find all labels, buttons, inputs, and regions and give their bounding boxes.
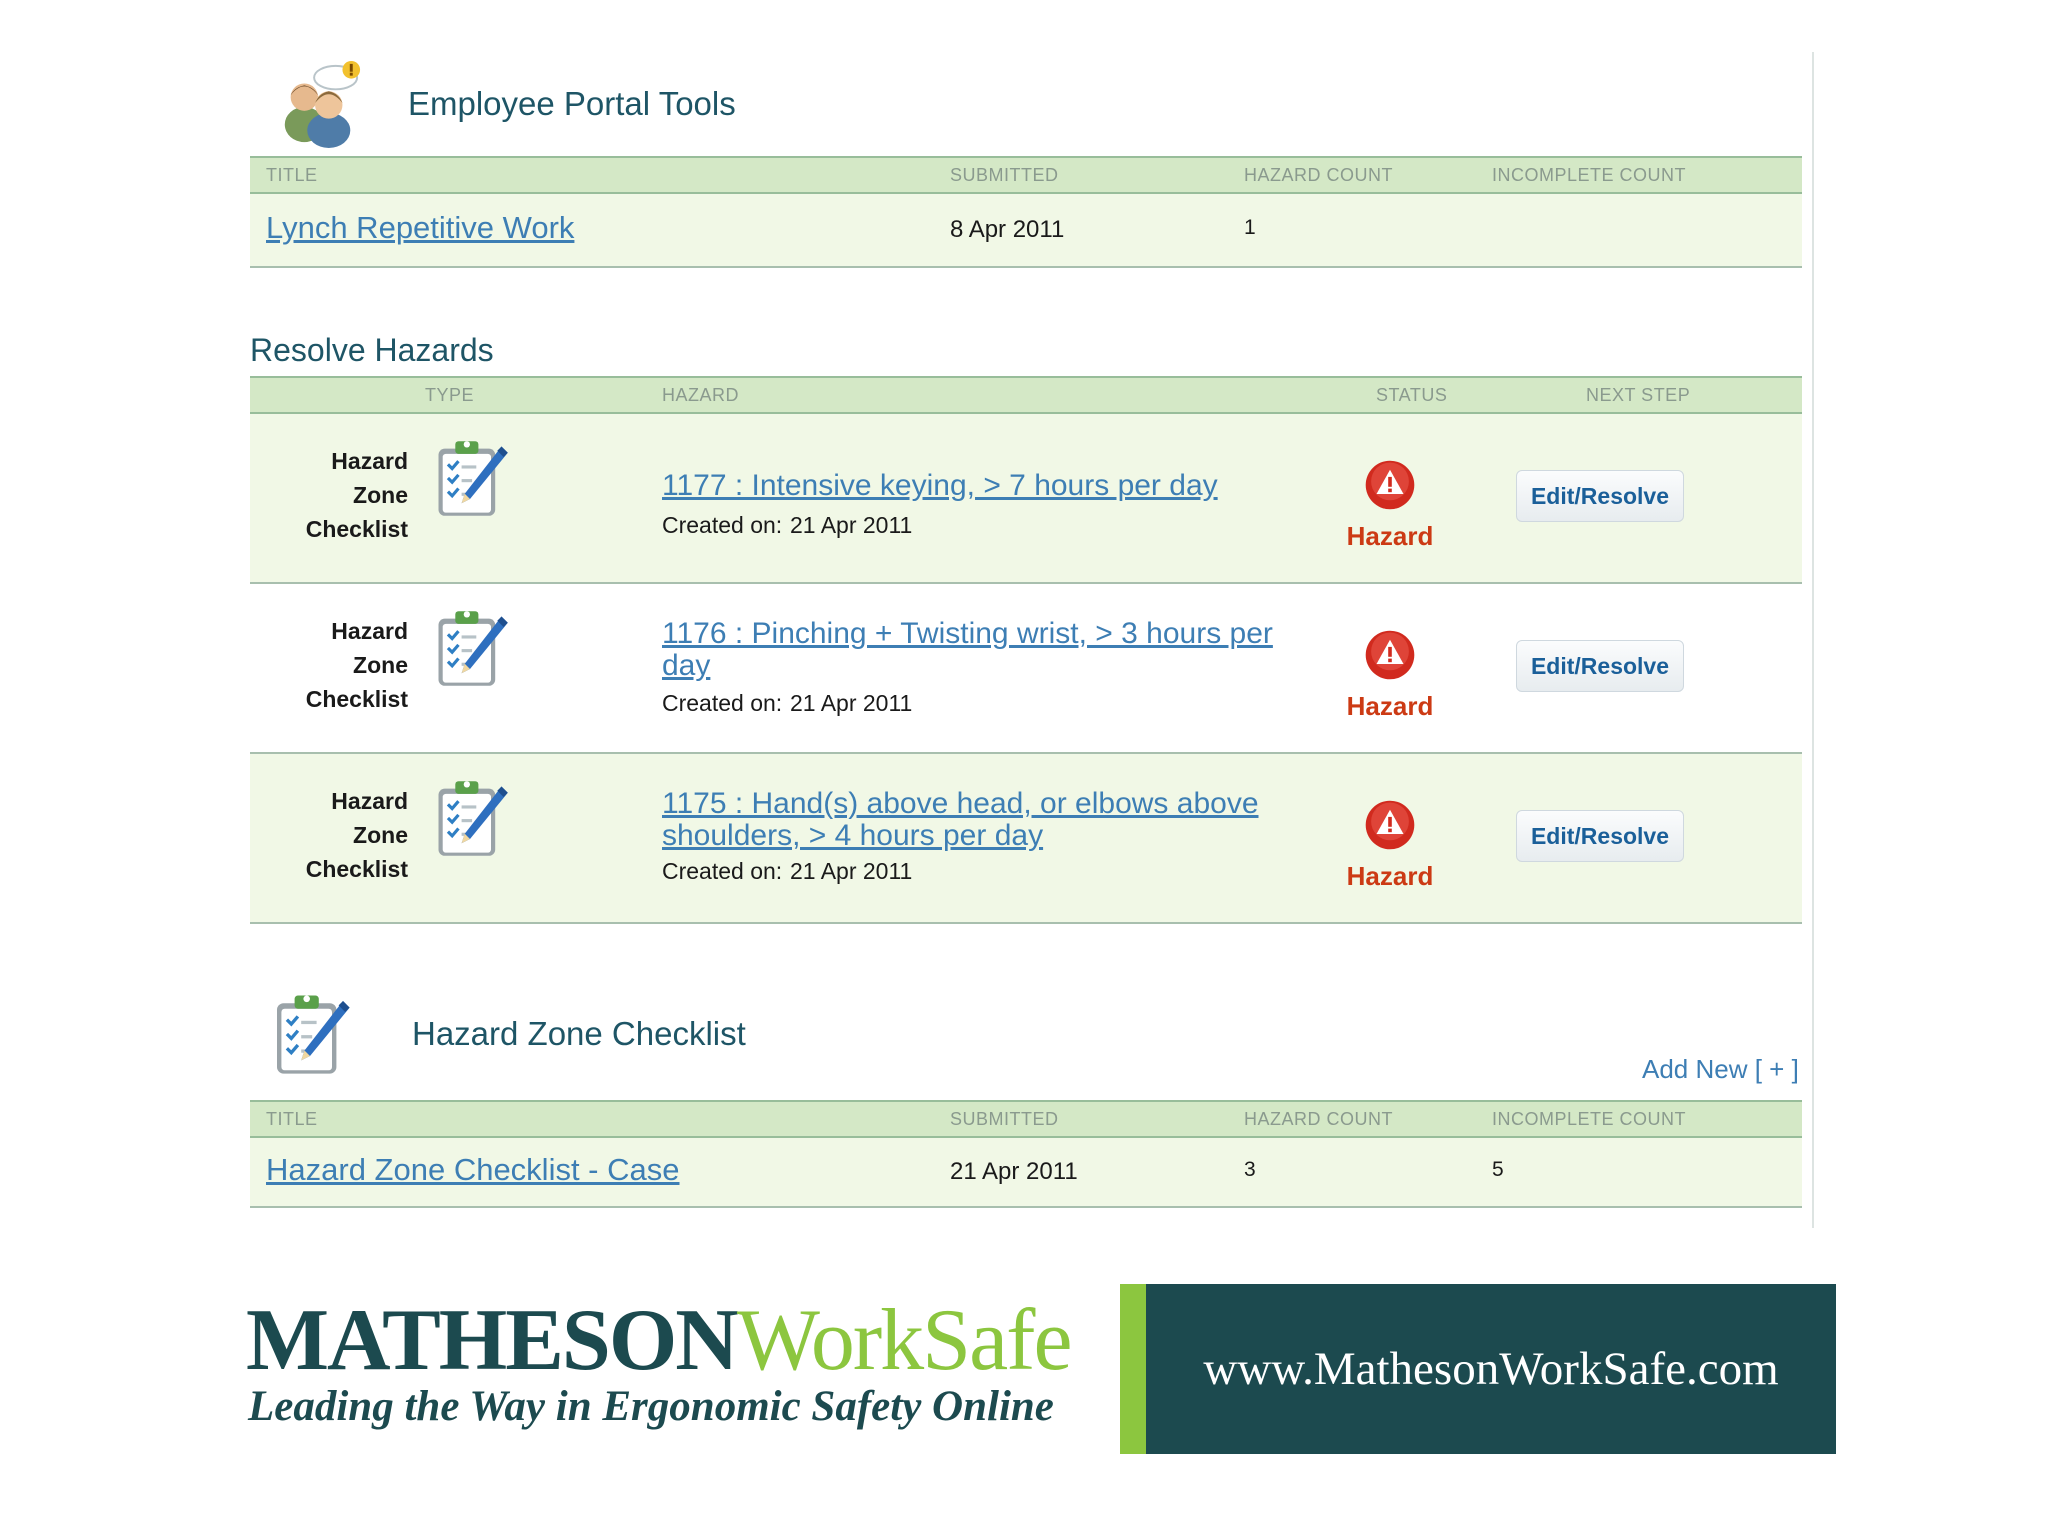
- col-hazard-count: HAZARD COUNT: [1244, 165, 1393, 185]
- checklist-row-submitted: 21 Apr 2011: [950, 1158, 1078, 1185]
- status-label: Hazard: [1346, 691, 1434, 721]
- col-incomplete-count: INCOMPLETE COUNT: [1492, 165, 1687, 185]
- status-badge: Hazard: [1340, 798, 1440, 892]
- type-label: Hazard Zone Checklist: [305, 618, 408, 712]
- add-new-link[interactable]: Add New [ + ]: [1642, 1054, 1799, 1085]
- created-date: 21 Apr 2011: [790, 858, 913, 884]
- created-label: Created on:: [662, 858, 783, 884]
- created-label: Created on:: [662, 690, 783, 716]
- checklist-header: Hazard Zone Checklist: [266, 990, 746, 1078]
- portal-table-header: TITLE SUBMITTED HAZARD COUNT INCOMPLETE …: [250, 156, 1802, 194]
- checklist-icon: [266, 990, 354, 1078]
- hazard-alert-icon: [1363, 798, 1417, 852]
- type-label: Hazard Zone Checklist: [305, 788, 408, 882]
- checklist-row-title-link[interactable]: Hazard Zone Checklist - Case: [266, 1152, 680, 1188]
- checklist-icon: [428, 776, 512, 860]
- checklist-icon: [428, 606, 512, 690]
- col-status: STATUS: [1376, 385, 1448, 405]
- type-label: Hazard Zone Checklist: [305, 448, 408, 542]
- status-badge: Hazard: [1340, 458, 1440, 552]
- status-label: Hazard: [1346, 521, 1434, 551]
- created-date: 21 Apr 2011: [790, 690, 913, 716]
- portal-header: Employee Portal Tools: [274, 60, 736, 148]
- hazard-link[interactable]: 1177 : Intensive keying, > 7 hours per d…: [662, 470, 1322, 502]
- hazard-alert-icon: [1363, 628, 1417, 682]
- table-row: Hazard Zone Checklist 1177 : Intensive k…: [250, 414, 1802, 584]
- status-label: Hazard: [1346, 861, 1434, 891]
- portal-row-hazard-count: 1: [1244, 216, 1256, 239]
- col-title: TITLE: [266, 1109, 318, 1129]
- checklist-table: TITLE SUBMITTED HAZARD COUNT INCOMPLETE …: [250, 1100, 1802, 1208]
- col-submitted: SUBMITTED: [950, 1109, 1059, 1129]
- brand-tagline: Leading the Way in Ergonomic Safety Onli…: [248, 1383, 1054, 1430]
- table-row: Hazard Zone Checklist - Case 21 Apr 2011…: [250, 1138, 1802, 1208]
- col-hazard-count: HAZARD COUNT: [1244, 1109, 1393, 1129]
- hazard-alert-icon: [1363, 458, 1417, 512]
- checklist-icon: [428, 436, 512, 520]
- portal-row-submitted: 8 Apr 2011: [950, 216, 1065, 243]
- brand-url-box: www.MathesonWorkSafe.com: [1146, 1284, 1836, 1454]
- col-submitted: SUBMITTED: [950, 165, 1059, 185]
- hazard-link[interactable]: 1176 : Pinching + Twisting wrist, > 3 ho…: [662, 618, 1322, 682]
- col-next-step: NEXT STEP: [1586, 385, 1691, 405]
- checklist-row-hazard-count: 3: [1244, 1158, 1256, 1181]
- col-title: TITLE: [266, 165, 318, 185]
- brand-url[interactable]: www.MathesonWorkSafe.com: [1203, 1342, 1778, 1396]
- created-date: 21 Apr 2011: [790, 512, 913, 538]
- content-panel: Employee Portal Tools TITLE SUBMITTED HA…: [250, 0, 1802, 1230]
- status-badge: Hazard: [1340, 628, 1440, 722]
- checklist-table-header: TITLE SUBMITTED HAZARD COUNT INCOMPLETE …: [250, 1100, 1802, 1138]
- portal-table: TITLE SUBMITTED HAZARD COUNT INCOMPLETE …: [250, 156, 1802, 268]
- brand-accent-bar: [1120, 1284, 1146, 1454]
- table-row: Hazard Zone Checklist 1175 : Hand(s) abo…: [250, 754, 1802, 924]
- brand-logo: MATHESONWorkSafe: [246, 1290, 1073, 1391]
- edit-resolve-button[interactable]: Edit/Resolve: [1516, 470, 1684, 522]
- hazard-link[interactable]: 1175 : Hand(s) above head, or elbows abo…: [662, 788, 1322, 852]
- users-alert-icon: [274, 60, 364, 148]
- brand-name-part2: WorkSafe: [736, 1292, 1073, 1389]
- resolve-table: TYPE HAZARD STATUS NEXT STEP Hazard Zone…: [250, 376, 1802, 924]
- table-row: Lynch Repetitive Work 8 Apr 2011 1: [250, 194, 1802, 268]
- checklist-row-incomplete-count: 5: [1492, 1158, 1504, 1181]
- resolve-table-header: TYPE HAZARD STATUS NEXT STEP: [250, 376, 1802, 414]
- table-row: Hazard Zone Checklist 1176 : Pinching + …: [250, 584, 1802, 754]
- edit-resolve-button[interactable]: Edit/Resolve: [1516, 810, 1684, 862]
- created-label: Created on:: [662, 512, 783, 538]
- brand-name-part1: MATHESON: [246, 1292, 739, 1389]
- col-hazard: HAZARD: [662, 385, 740, 405]
- resolve-title: Resolve Hazards: [250, 332, 494, 368]
- panel-divider: [1812, 52, 1814, 1228]
- col-type: TYPE: [425, 385, 475, 405]
- edit-resolve-button[interactable]: Edit/Resolve: [1516, 640, 1684, 692]
- checklist-title: Hazard Zone Checklist: [412, 1015, 746, 1052]
- portal-title: Employee Portal Tools: [408, 85, 736, 122]
- col-incomplete-count: INCOMPLETE COUNT: [1492, 1109, 1687, 1129]
- portal-row-title-link[interactable]: Lynch Repetitive Work: [266, 210, 574, 246]
